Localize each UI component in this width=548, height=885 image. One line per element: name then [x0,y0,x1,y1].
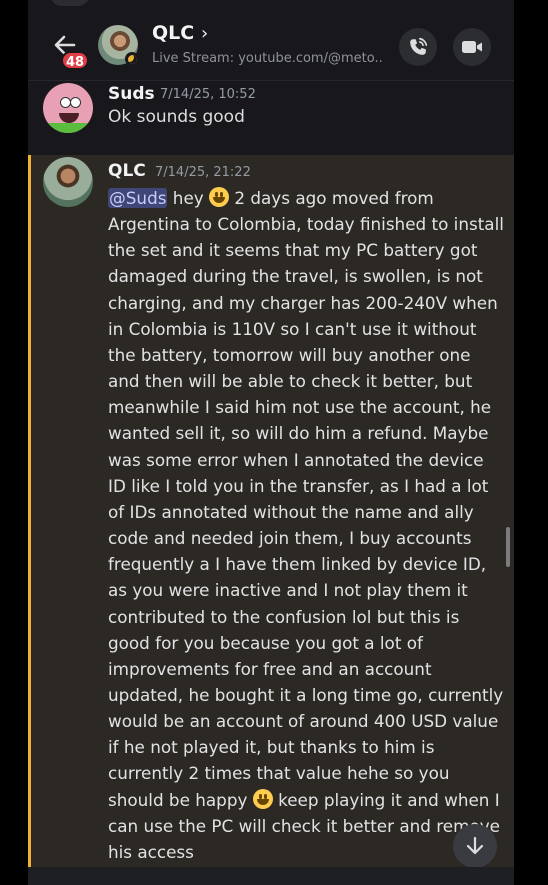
message-timestamp: 7/14/25, 10:52 [160,87,256,102]
channel-header: 48 QLC › Live Stream: youtube.com/@meto.… [28,0,514,81]
right-margin [514,0,548,885]
message-text: hey [167,188,210,208]
avatar[interactable] [43,157,93,207]
scrollbar[interactable] [506,527,510,567]
arrow-down-icon [466,836,484,855]
jump-to-present-button[interactable] [453,824,497,868]
message-highlighted[interactable]: QLC 7/14/25, 21:22 @Suds hey 2 days ago … [28,155,514,867]
status-bar-notch [50,0,90,6]
page-title[interactable]: QLC [152,22,194,44]
message[interactable]: Suds 7/14/25, 10:52 Ok sounds good [28,81,514,155]
grin-emoji-icon [252,788,273,809]
custom-status: Live Stream: youtube.com/@meto... [152,51,384,66]
composer-edge [28,867,514,885]
left-margin [0,0,28,885]
message-content: Ok sounds good [108,107,245,127]
chevron-right-icon[interactable]: › [201,23,208,44]
message-author[interactable]: Suds [108,84,155,104]
video-camera-icon [462,41,482,53]
phone-call-icon [410,37,428,55]
moon-idle-icon [125,52,139,66]
message-timestamp: 7/14/25, 21:22 [155,165,251,180]
voice-call-button[interactable] [399,28,437,66]
user-mention[interactable]: @Suds [108,188,168,208]
avatar[interactable] [43,83,93,133]
message-text: 2 days ago moved from Argentina to Colom… [108,188,504,810]
chat-screen: 48 QLC › Live Stream: youtube.com/@meto.… [28,0,514,885]
unread-badge: 48 [61,51,90,70]
video-call-button[interactable] [453,28,491,66]
message-content: @Suds hey 2 days ago moved from Argentin… [108,185,504,865]
message-author[interactable]: QLC [108,161,146,181]
smiley-emoji-icon [209,187,230,207]
